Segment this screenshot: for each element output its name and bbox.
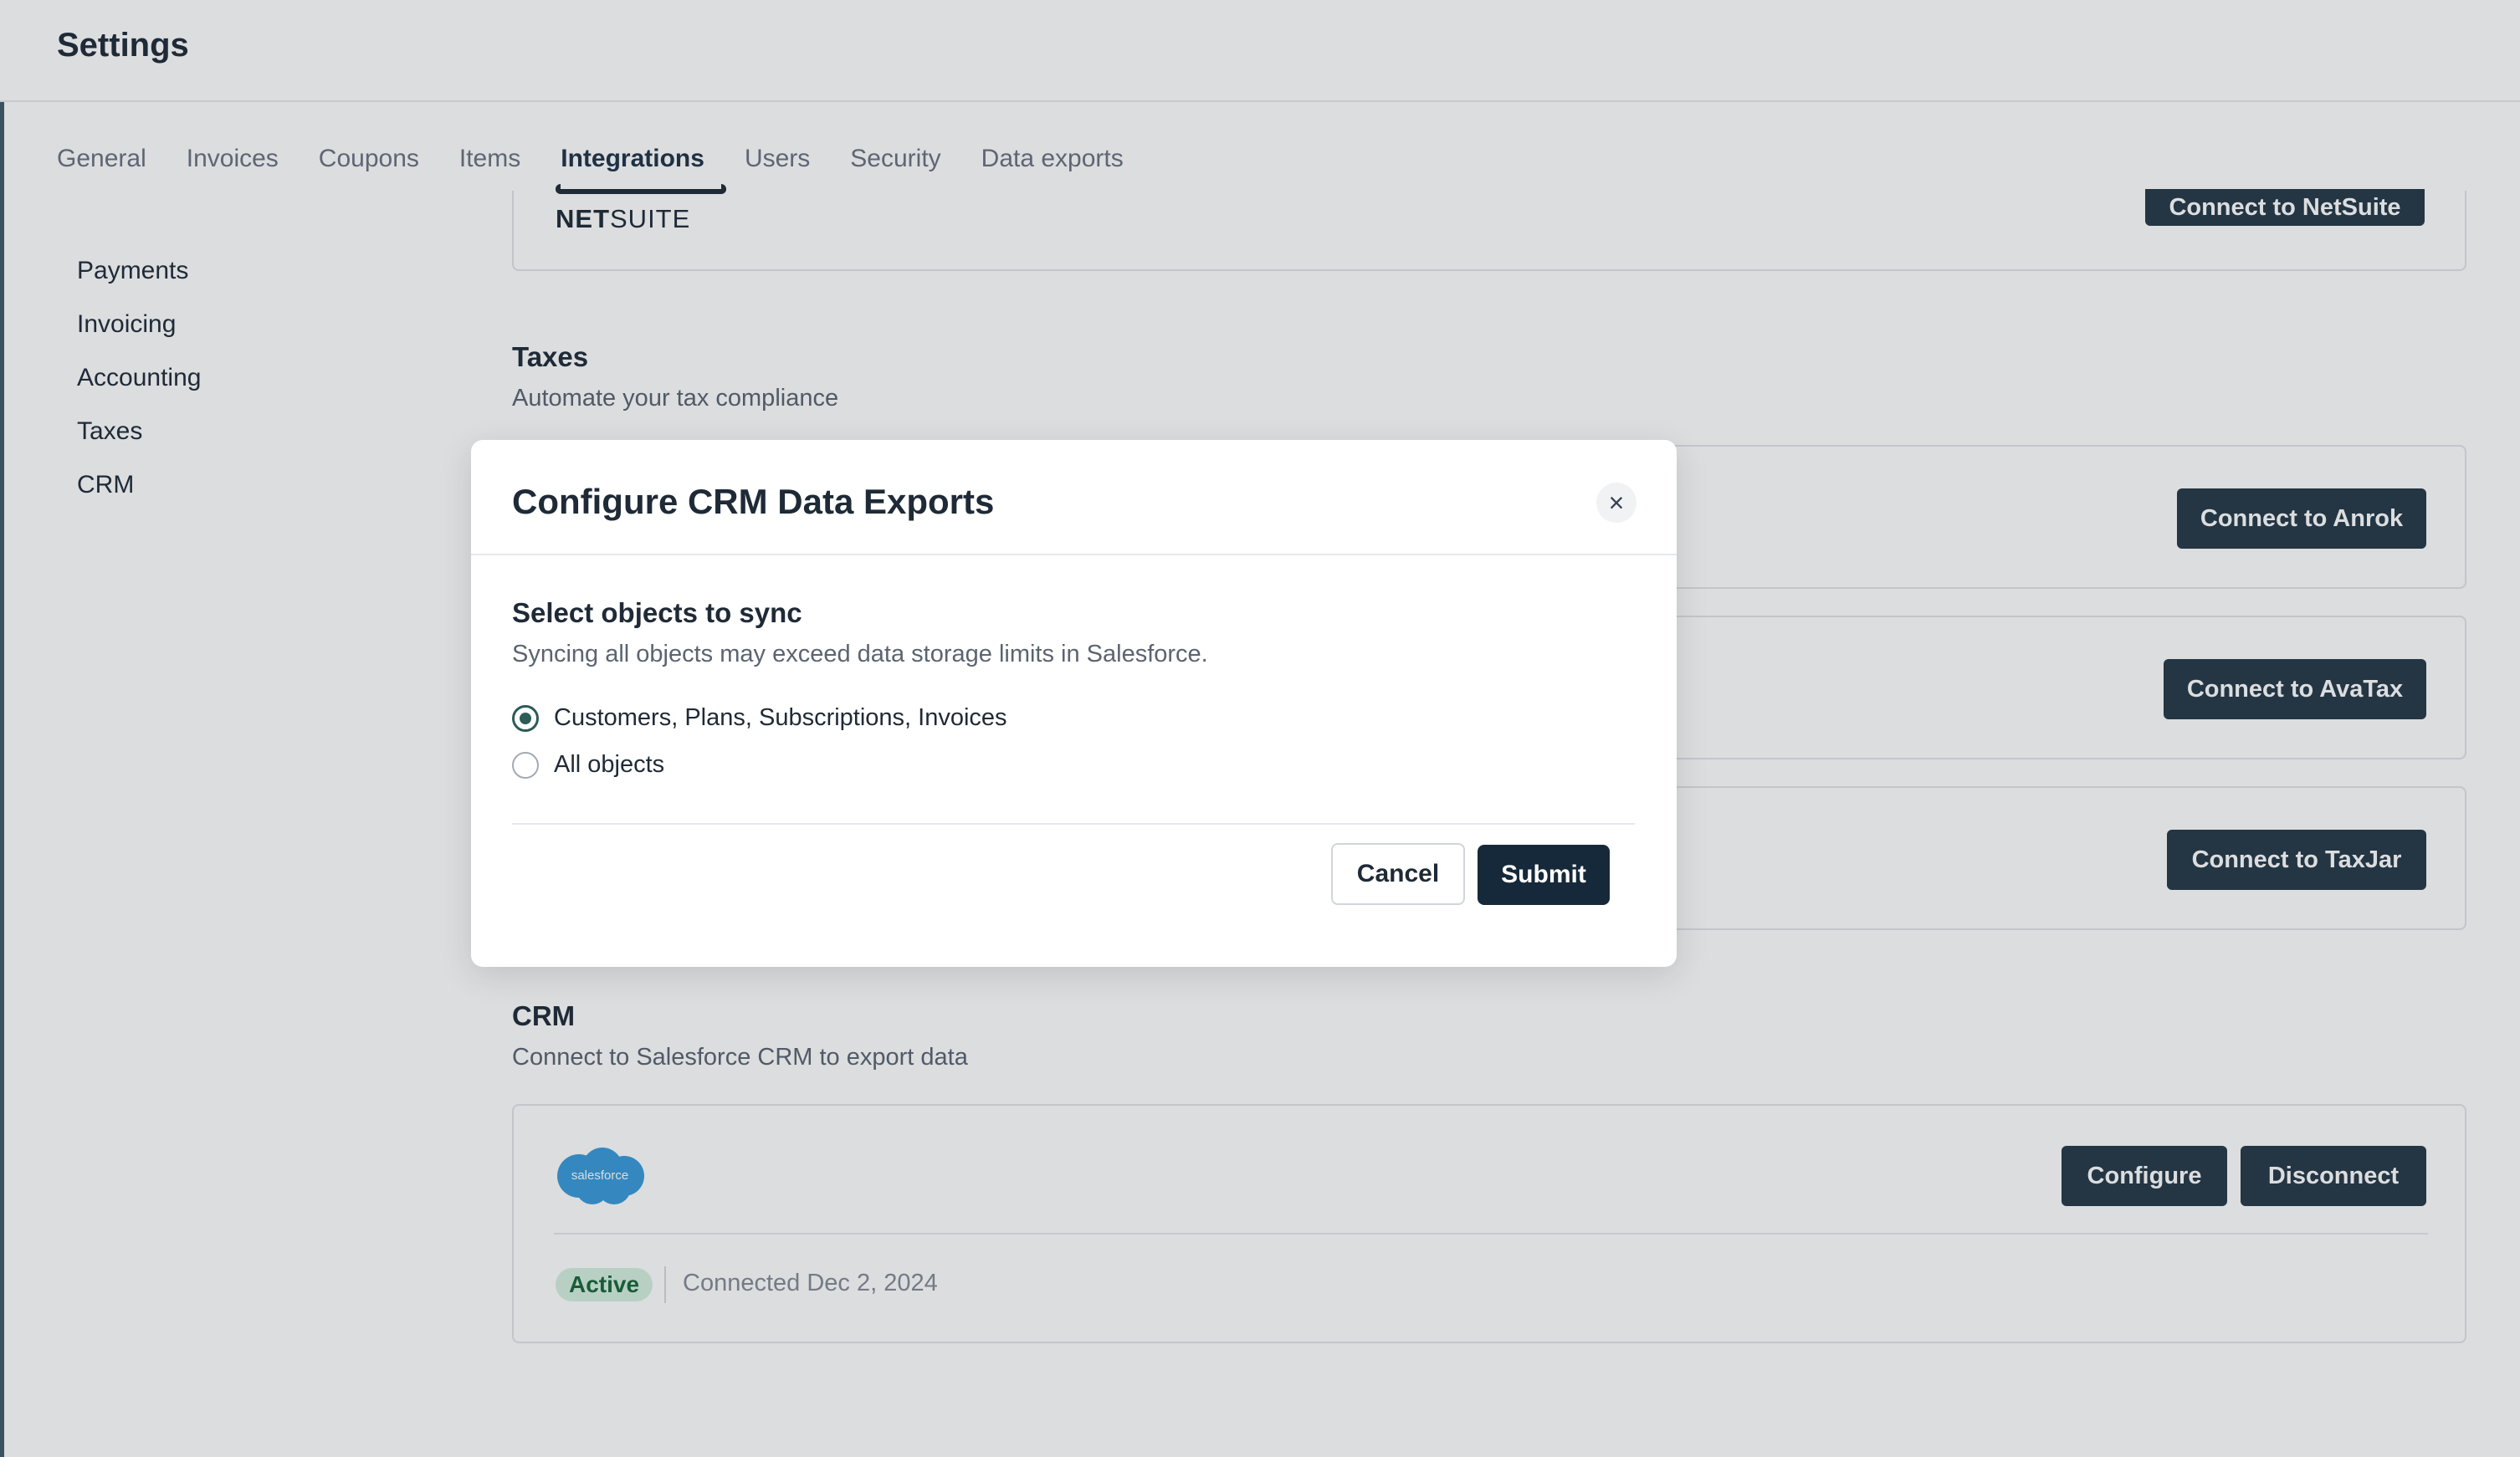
sync-objects-description: Syncing all objects may exceed data stor… — [512, 641, 1208, 667]
modal-footer-divider — [512, 823, 1635, 825]
close-icon: × — [1608, 488, 1625, 518]
radio-core-objects[interactable] — [512, 704, 539, 732]
option-all-objects-label: All objects — [554, 751, 665, 778]
cancel-button[interactable]: Cancel — [1331, 843, 1465, 905]
configure-crm-modal: Configure CRM Data Exports × Select obje… — [471, 440, 1677, 967]
modal-header-divider — [471, 554, 1677, 555]
option-all-objects[interactable]: All objects — [512, 751, 664, 779]
submit-button[interactable]: Submit — [1478, 845, 1610, 905]
option-core-objects[interactable]: Customers, Plans, Subscriptions, Invoice… — [512, 704, 1007, 732]
modal-title: Configure CRM Data Exports — [512, 482, 995, 521]
close-button[interactable]: × — [1596, 483, 1636, 523]
sync-objects-heading: Select objects to sync — [512, 597, 802, 628]
option-core-objects-label: Customers, Plans, Subscriptions, Invoice… — [554, 704, 1007, 731]
radio-all-objects[interactable] — [512, 751, 539, 779]
app-window: Settings General Invoices Coupons Items … — [0, 0, 2520, 1457]
